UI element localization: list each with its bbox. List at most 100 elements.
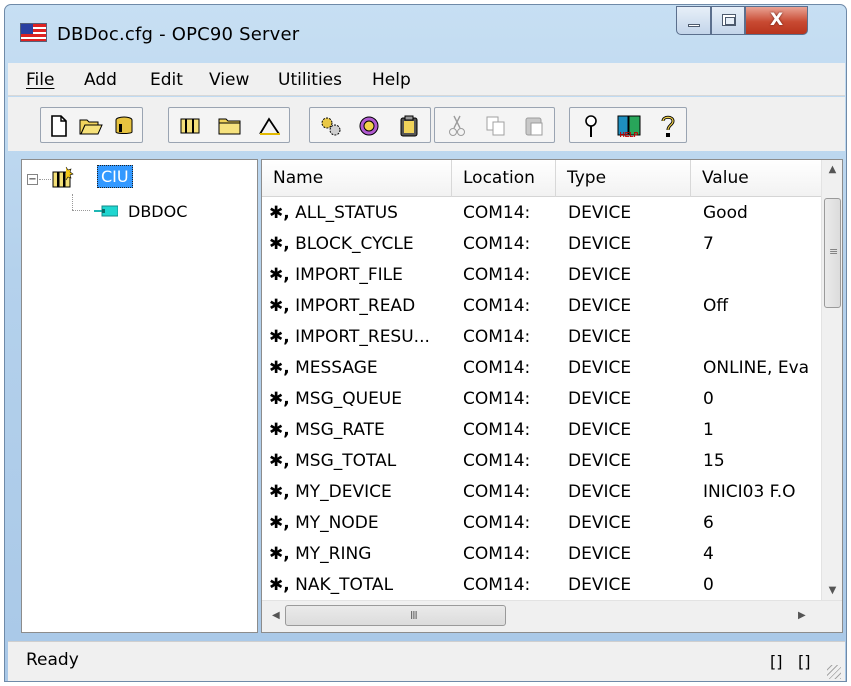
database-node-icon (94, 205, 118, 217)
table-row[interactable]: ✱, MSG_QUEUE COM14: DEVICE 0 (262, 384, 822, 415)
menu-file[interactable]: File (26, 70, 54, 90)
add-graph-button[interactable] (255, 111, 284, 141)
cell-name: ✱, MY_RING (269, 544, 372, 564)
menu-view[interactable]: View (209, 70, 249, 90)
column-header-name[interactable]: Name (262, 160, 452, 197)
pin-icon (584, 115, 597, 137)
cell-type: DEVICE (568, 420, 632, 440)
save-button[interactable] (109, 111, 138, 141)
tag-marker-icon: ✱, (269, 358, 290, 378)
cell-name: ✱, IMPORT_FILE (269, 265, 403, 285)
add-device-button[interactable] (175, 111, 204, 141)
close-button[interactable]: X (745, 6, 808, 35)
cell-type: DEVICE (568, 575, 632, 595)
cell-type: DEVICE (568, 358, 632, 378)
toolbar-group-clipboard (434, 107, 555, 143)
device-icon (180, 118, 199, 134)
whats-this-help-button[interactable] (653, 111, 682, 141)
cell-type: DEVICE (568, 296, 632, 316)
scroll-down-icon[interactable]: ▼ (822, 585, 842, 596)
cut-icon (448, 115, 465, 136)
tag-marker-icon: ✱, (269, 234, 290, 254)
column-header-type[interactable]: Type (556, 160, 691, 197)
table-row[interactable]: ✱, IMPORT_READ COM14: DEVICE Off (262, 291, 822, 322)
table-row[interactable]: ✱, ALL_STATUS COM14: DEVICE Good (262, 198, 822, 229)
resize-grip-icon[interactable] (827, 665, 841, 679)
monitor-button[interactable] (354, 111, 383, 141)
cell-value: 6 (703, 513, 714, 533)
vertical-scroll-thumb[interactable]: ≡ (824, 198, 841, 308)
cell-type: DEVICE (568, 451, 632, 471)
table-row[interactable]: ✱, BLOCK_CYCLE COM14: DEVICE 7 (262, 229, 822, 260)
tag-marker-icon: ✱, (269, 451, 290, 471)
cut-button[interactable] (442, 111, 471, 141)
cell-location: COM14: (463, 544, 531, 564)
clipboard-icon (400, 115, 417, 137)
table-row[interactable]: ✱, NAK_TOTAL COM14: DEVICE 0 (262, 570, 822, 601)
tag-marker-icon: ✱, (269, 327, 290, 347)
tag-marker-icon: ✱, (269, 296, 290, 316)
column-header-value[interactable]: Value (691, 160, 822, 197)
new-button[interactable] (44, 111, 73, 141)
cell-location: COM14: (463, 575, 531, 595)
status-indicator-2: [] (798, 652, 811, 671)
cell-location: COM14: (463, 234, 531, 254)
tag-marker-icon: ✱, (269, 389, 290, 409)
cell-value: Off (703, 296, 729, 316)
scroll-left-icon[interactable]: ◀ (272, 610, 280, 621)
table-row[interactable]: ✱, MESSAGE COM14: DEVICE ONLINE, Eva (262, 353, 822, 384)
cell-location: COM14: (463, 451, 531, 471)
table-row[interactable]: ✱, MSG_TOTAL COM14: DEVICE 15 (262, 446, 822, 477)
tree-collapse-toggle[interactable]: − (27, 174, 38, 185)
menu-add[interactable]: Add (84, 70, 117, 90)
tree-node-ciu[interactable]: CIU (97, 165, 133, 188)
maximize-button[interactable] (711, 6, 745, 35)
tag-marker-icon: ✱, (269, 265, 290, 285)
menu-edit[interactable]: Edit (150, 70, 183, 90)
cell-name: ✱, MSG_TOTAL (269, 451, 397, 471)
add-folder-button[interactable] (215, 111, 244, 141)
table-row[interactable]: ✱, MY_DEVICE COM14: DEVICE INICI03 F.O (262, 477, 822, 508)
properties-button[interactable] (576, 111, 605, 141)
cell-location: COM14: (463, 513, 531, 533)
vertical-scrollbar[interactable]: ▲ ≡ ▼ (821, 160, 842, 600)
cell-type: DEVICE (568, 389, 632, 409)
status-text: Ready (26, 650, 79, 670)
cell-name: ✱, MSG_RATE (269, 420, 385, 440)
tag-marker-icon: ✱, (269, 544, 290, 564)
cell-name: ✱, MY_NODE (269, 513, 379, 533)
table-row[interactable]: ✱, IMPORT_RESU... COM14: DEVICE (262, 322, 822, 353)
table-row[interactable]: ✱, MY_RING COM14: DEVICE 4 (262, 539, 822, 570)
tree-node-dbdoc[interactable]: DBDOC (128, 202, 187, 221)
paste-button[interactable] (519, 111, 548, 141)
open-folder-icon (79, 119, 103, 135)
monitor-icon (359, 116, 378, 136)
folder-icon (218, 118, 240, 135)
copy-button[interactable] (481, 111, 510, 141)
horizontal-scroll-thumb[interactable]: III (285, 605, 506, 626)
title-bar[interactable]: DBDoc.cfg - OPC90 Server X (5, 5, 846, 61)
menu-utilities[interactable]: Utilities (278, 70, 342, 90)
help-book-icon: HELP (617, 115, 640, 139)
table-row[interactable]: ✱, IMPORT_FILE COM14: DEVICE (262, 260, 822, 291)
tree-view[interactable]: − CIU DBDOC (21, 159, 258, 633)
column-header-location[interactable]: Location (452, 160, 556, 197)
cell-value: 0 (703, 389, 714, 409)
scroll-right-icon[interactable]: ▶ (798, 610, 806, 621)
clipboard-button[interactable] (394, 111, 423, 141)
toolbar-group-file (40, 107, 143, 143)
table-row[interactable]: ✱, MY_NODE COM14: DEVICE 6 (262, 508, 822, 539)
minimize-button[interactable] (676, 6, 711, 35)
open-button[interactable] (76, 111, 105, 141)
cell-location: COM14: (463, 265, 531, 285)
horizontal-scrollbar[interactable]: ◀ III ▶ (262, 600, 842, 632)
cell-type: DEVICE (568, 482, 632, 502)
configure-button[interactable] (316, 111, 345, 141)
table-row[interactable]: ✱, MSG_RATE COM14: DEVICE 1 (262, 415, 822, 446)
tag-list-view[interactable]: Name Location Type Value ✱, ALL_STATUS CO… (261, 159, 843, 633)
menu-help[interactable]: Help (372, 70, 411, 90)
help-contents-button[interactable]: HELP (614, 111, 643, 141)
graph-icon (258, 117, 280, 135)
cell-value: Good (703, 203, 748, 223)
scroll-up-icon[interactable]: ▲ (822, 164, 842, 175)
